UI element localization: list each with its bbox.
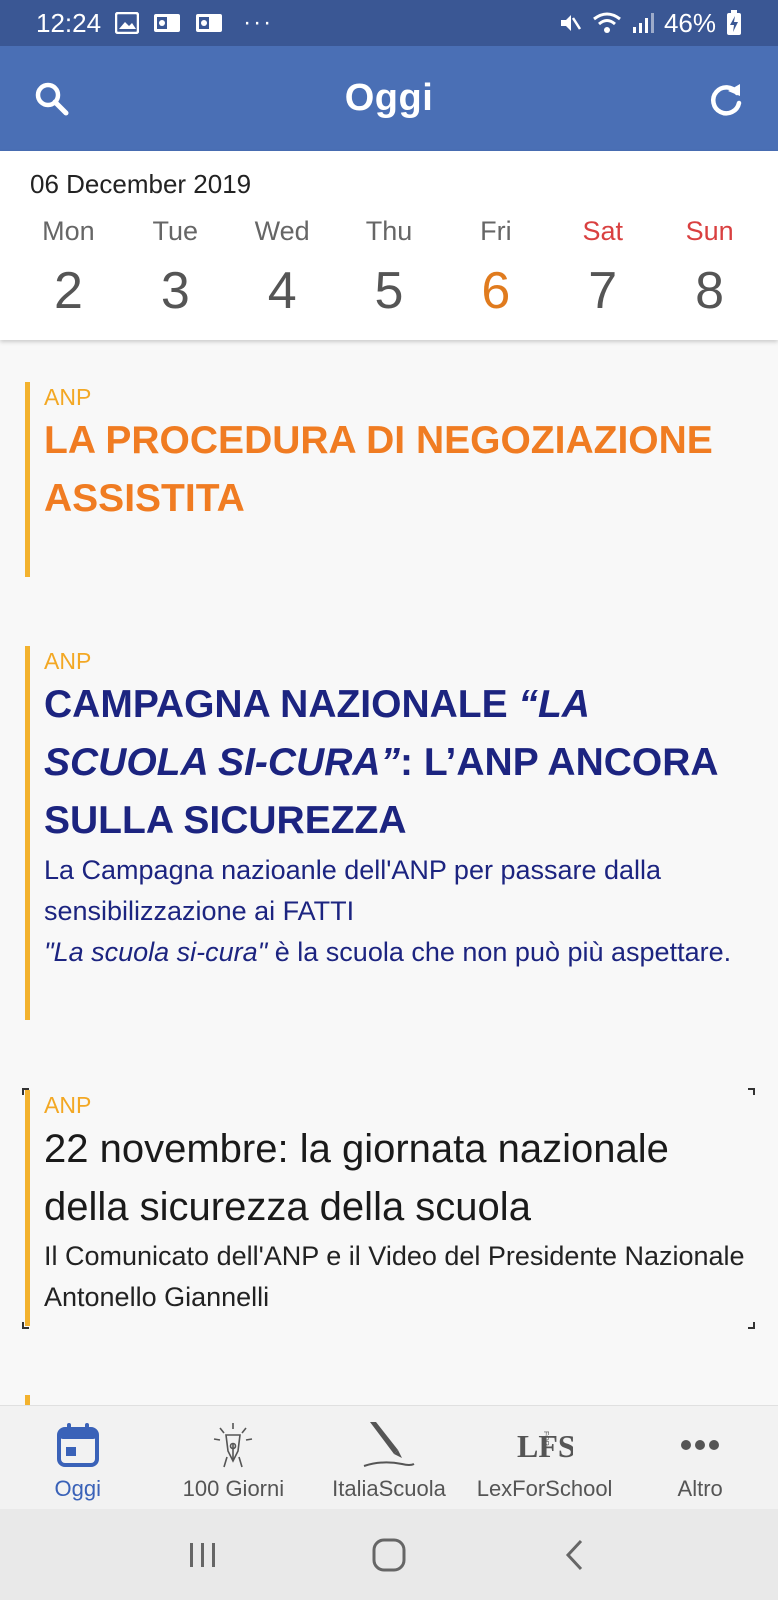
nav-item-100-giorni[interactable]: 100 Giorni (156, 1406, 312, 1509)
app-bar: Oggi (0, 46, 778, 151)
outlook-notification-icon-2 (195, 12, 223, 34)
home-icon (372, 1538, 406, 1571)
day-wed[interactable]: Wed 4 (229, 213, 336, 321)
news-title: 22 novembre: la giornata nazionale della… (44, 1127, 669, 1229)
status-left: 12:24 ··· (36, 8, 273, 39)
nav-label: Altro (677, 1476, 723, 1501)
day-sun[interactable]: Sun 8 (656, 213, 763, 321)
news-subtitle: Il Comunicato dell'ANP e il Video del Pr… (44, 1241, 745, 1312)
nav-label: LexForSchool (476, 1476, 613, 1501)
news-subtitle-line1: La Campagna nazioanle dell'ANP per passa… (44, 855, 662, 926)
day-fri-selected[interactable]: Fri 6 (442, 213, 549, 321)
nav-label: 100 Giorni (182, 1476, 285, 1501)
news-title: LA PROCEDURA DI NEGOZIAZIONE ASSISTITA (44, 419, 713, 520)
news-card[interactable]: ANP CAMPAGNA NAZIONALE “LA SCUOLA SI-CUR… (25, 646, 760, 1020)
nav-item-oggi[interactable]: Oggi (0, 1406, 156, 1509)
selection-corner (22, 1088, 29, 1095)
calendar-icon (56, 1420, 100, 1470)
news-source: ANP (44, 384, 92, 410)
selected-date: 06 December 2019 (30, 169, 252, 199)
nav-item-altro[interactable]: Altro (622, 1406, 778, 1509)
status-right: 46% (558, 8, 742, 39)
refresh-icon (711, 84, 742, 116)
more-notifications-icon: ··· (243, 9, 274, 36)
day-number: 8 (695, 262, 725, 320)
pen-nib-icon (210, 1420, 256, 1470)
news-subtitle-line2: è la scuola che non può più aspettare. (267, 937, 732, 967)
search-button[interactable] (24, 71, 80, 127)
refresh-button[interactable] (698, 71, 754, 127)
news-source: ANP (44, 1092, 92, 1118)
home-button[interactable] (359, 1525, 419, 1585)
news-subtitle-italic: "La scuola si-cura" (44, 937, 268, 967)
recent-apps-button[interactable] (173, 1525, 233, 1585)
day-name: Mon (42, 216, 95, 246)
news-subtitle: La Campagna nazioanle dell'ANP per passa… (44, 850, 760, 973)
status-time: 12:24 (36, 7, 102, 38)
back-button[interactable] (545, 1525, 605, 1585)
more-dots-icon (680, 1420, 720, 1470)
status-bar: 12:24 ··· 46% (0, 0, 778, 46)
news-card[interactable]: ANP 22 novembre: la giornata nazionale d… (25, 1090, 760, 1326)
nav-label: ItaliaScuola (332, 1476, 446, 1501)
wifi-icon (592, 11, 622, 35)
day-name: Fri (480, 216, 512, 246)
day-mon[interactable]: Mon 2 (15, 213, 122, 321)
lfs-logo-for: FOR (542, 1431, 549, 1446)
day-name: Sat (582, 216, 623, 246)
day-name: Tue (152, 216, 199, 246)
nav-item-italiascuola[interactable]: ItaliaScuola (311, 1406, 467, 1509)
mute-icon (558, 11, 582, 35)
day-name: Thu (365, 216, 413, 246)
selection-corner (748, 1088, 755, 1095)
selection-corner (22, 1322, 29, 1329)
days-row: Mon 2 Tue 3 Wed 4 Thu 5 Fri 6 Sat 7 Sun … (15, 213, 763, 321)
news-title-prefix: CAMPAGNA NAZIONALE (44, 683, 519, 726)
nav-label: Oggi (54, 1476, 102, 1501)
day-name: Sun (685, 216, 734, 246)
day-tue[interactable]: Tue 3 (122, 213, 229, 321)
battery-charging-icon (726, 10, 742, 36)
page-title: Oggi (344, 77, 434, 119)
news-source: ANP (44, 648, 92, 674)
recent-apps-icon (190, 1542, 215, 1567)
gallery-notification-icon (115, 12, 140, 34)
day-number: 6 (481, 262, 511, 320)
week-strip: 06 December 2019 Mon 2 Tue 3 Wed 4 Thu 5… (0, 151, 778, 340)
back-icon (565, 1539, 583, 1570)
news-title: CAMPAGNA NAZIONALE “LA SCUOLA SI-CURA”: … (44, 676, 760, 850)
nav-item-lexforschool[interactable]: LFS FOR LexForSchool (467, 1406, 623, 1509)
day-thu[interactable]: Thu 5 (336, 213, 443, 321)
news-card[interactable]: ANP LA PROCEDURA DI NEGOZIAZIONE ASSISTI… (25, 382, 760, 577)
selection-corner (748, 1322, 755, 1329)
outlook-notification-icon (153, 12, 181, 34)
day-sat[interactable]: Sat 7 (549, 213, 656, 321)
day-number: 4 (267, 262, 297, 320)
day-name: Wed (254, 216, 310, 246)
battery-percent: 46% (663, 7, 716, 38)
search-icon (35, 82, 69, 116)
day-number: 7 (588, 262, 618, 320)
signal-icon (632, 12, 654, 34)
bottom-nav: Oggi 100 Giorni ItaliaScuola LFS FOR Lex… (0, 1405, 778, 1509)
lfs-logo-icon: LFS FOR (517, 1420, 573, 1470)
quill-icon (362, 1420, 416, 1470)
day-number: 3 (160, 262, 190, 320)
system-nav (0, 1509, 778, 1600)
news-feed: ANP LA PROCEDURA DI NEGOZIAZIONE ASSISTI… (0, 340, 778, 1405)
news-card-partial[interactable] (25, 1395, 760, 1405)
day-number: 5 (374, 262, 404, 320)
day-number: 2 (53, 262, 83, 320)
